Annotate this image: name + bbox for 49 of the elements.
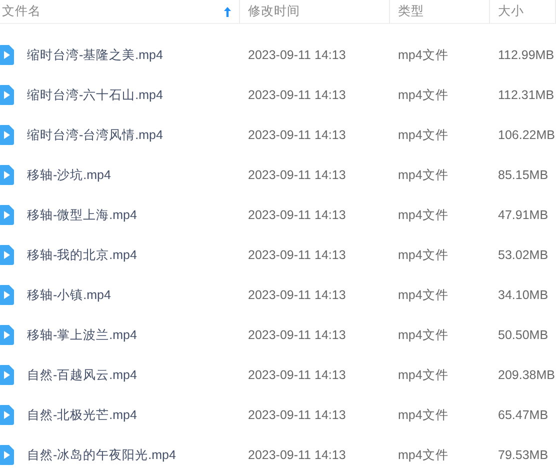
column-header[interactable]: 大小 bbox=[498, 3, 524, 20]
file-type: mp4文件 bbox=[398, 368, 448, 382]
file-size: 112.99MB bbox=[498, 48, 554, 62]
column-header[interactable]: 修改时间 bbox=[248, 3, 300, 20]
column-header[interactable]: 文件名 bbox=[2, 3, 41, 20]
sort-arrow-icon[interactable] bbox=[224, 6, 231, 16]
file-name[interactable]: 自然-北极光芒.mp4 bbox=[27, 406, 137, 424]
file-name[interactable]: 自然-百越风云.mp4 bbox=[27, 366, 137, 384]
file-name[interactable]: 移轴-微型上海.mp4 bbox=[27, 206, 137, 224]
file-size: 34.10MB bbox=[498, 288, 548, 302]
file-name[interactable]: 移轴-掌上波兰.mp4 bbox=[27, 326, 137, 344]
modified-time: 2023-09-11 14:13 bbox=[248, 88, 346, 102]
modified-time: 2023-09-11 14:13 bbox=[248, 168, 346, 182]
file-type: mp4文件 bbox=[398, 288, 448, 302]
file-type: mp4文件 bbox=[398, 88, 448, 102]
file-size: 53.02MB bbox=[498, 248, 548, 262]
file-type: mp4文件 bbox=[398, 128, 448, 142]
file-name[interactable]: 缩时台湾-基隆之美.mp4 bbox=[27, 46, 163, 64]
modified-time: 2023-09-11 14:13 bbox=[248, 448, 346, 462]
column-header[interactable]: 类型 bbox=[398, 3, 424, 20]
modified-time: 2023-09-11 14:13 bbox=[248, 128, 346, 142]
file-name[interactable]: 移轴-我的北京.mp4 bbox=[27, 246, 137, 264]
file-size: 79.53MB bbox=[498, 448, 548, 462]
modified-time: 2023-09-11 14:13 bbox=[248, 368, 346, 382]
file-type: mp4文件 bbox=[398, 408, 448, 422]
modified-time: 2023-09-11 14:13 bbox=[248, 248, 346, 262]
file-size: 50.50MB bbox=[498, 328, 548, 342]
file-name[interactable]: 缩时台湾-台湾风情.mp4 bbox=[27, 126, 163, 144]
file-type: mp4文件 bbox=[398, 208, 448, 222]
file-type: mp4文件 bbox=[398, 48, 448, 62]
file-size: 47.91MB bbox=[498, 208, 548, 222]
file-size: 106.22MB bbox=[498, 128, 555, 142]
file-size: 112.31MB bbox=[498, 88, 554, 102]
modified-time: 2023-09-11 14:13 bbox=[248, 328, 346, 342]
file-name[interactable]: 移轴-沙坑.mp4 bbox=[27, 166, 111, 184]
file-name[interactable]: 缩时台湾-六十石山.mp4 bbox=[27, 86, 163, 104]
modified-time: 2023-09-11 14:13 bbox=[248, 48, 346, 62]
file-name[interactable]: 自然-冰岛的午夜阳光.mp4 bbox=[27, 446, 176, 464]
modified-time: 2023-09-11 14:13 bbox=[248, 288, 346, 302]
file-size: 85.15MB bbox=[498, 168, 548, 182]
modified-time: 2023-09-11 14:13 bbox=[248, 208, 346, 222]
file-name[interactable]: 移轴-小镇.mp4 bbox=[27, 286, 111, 304]
file-size: 209.38MB bbox=[498, 368, 555, 382]
file-type: mp4文件 bbox=[398, 248, 448, 262]
file-type: mp4文件 bbox=[398, 168, 448, 182]
file-size: 65.47MB bbox=[498, 408, 548, 422]
file-type: mp4文件 bbox=[398, 448, 448, 462]
file-type: mp4文件 bbox=[398, 328, 448, 342]
modified-time: 2023-09-11 14:13 bbox=[248, 408, 346, 422]
